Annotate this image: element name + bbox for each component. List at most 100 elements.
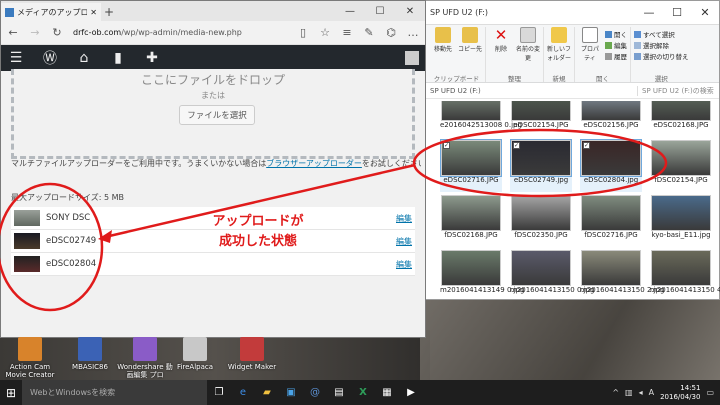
calculator-icon[interactable]: ▦	[375, 380, 399, 405]
hub-icon[interactable]: ≡	[341, 26, 353, 39]
selection-checkbox[interactable]: ✓	[513, 142, 520, 149]
address-bar[interactable]: drfc-ob.com/wp/wp-admin/media-new.php	[73, 28, 287, 37]
delete-x-icon: ✕	[494, 26, 508, 44]
explorer-minimize-button[interactable]: —	[635, 1, 663, 25]
file-name: m2016041413150 0.jpg	[510, 286, 595, 294]
desktop-icon-label: Action Cam Movie Creator	[5, 363, 55, 379]
copy-to-button[interactable]: コピー先	[458, 27, 482, 73]
rename-button[interactable]: 名前の変更	[516, 27, 540, 73]
ribbon-group-select: すべて選択 選択解除 選択の切り替え 選択	[631, 27, 692, 83]
tab-close-icon[interactable]: ✕	[90, 8, 97, 17]
desktop-icon-label: FireAlpaca	[176, 363, 214, 371]
desktop-icon[interactable]: Widget Maker	[222, 337, 282, 371]
file-item[interactable]: eDSC02156.JPG	[580, 101, 642, 137]
file-item[interactable]: m2016041413150 2.jpg	[580, 250, 664, 301]
media-icon[interactable]: ▶	[399, 380, 423, 405]
select-all-item[interactable]: すべて選択	[634, 29, 689, 39]
delete-button[interactable]: ✕ 削除	[489, 27, 513, 73]
file-thumbnail	[580, 139, 642, 177]
share-icon[interactable]: ⌬	[385, 26, 397, 39]
comments-icon[interactable]: ▮	[109, 50, 127, 66]
selection-checkbox[interactable]: ✓	[583, 142, 590, 149]
file-item[interactable]: fDSC02154.JPG	[650, 140, 712, 192]
home-icon[interactable]: ⌂	[75, 50, 93, 66]
network-icon[interactable]: ▥	[625, 388, 633, 397]
notifications-icon[interactable]: ▭	[706, 388, 714, 397]
web-note-icon[interactable]: ✎	[363, 26, 375, 39]
refresh-icon[interactable]: ↻	[51, 26, 63, 39]
wordpress-logo-icon[interactable]: Ⓦ	[41, 48, 59, 68]
new-folder-button[interactable]: 新しいフォルダー	[547, 27, 571, 73]
taskbar-clock[interactable]: 14:51 2016/04/30	[660, 384, 700, 402]
file-item[interactable]: m2016041413150 4.jpg	[650, 250, 720, 301]
menu-toggle-icon[interactable]: ☰	[7, 50, 25, 66]
explorer-ribbon: 移動先 コピー先 クリップボード ✕ 削除 名前の変更 整理 新しいフォルダー 新…	[426, 25, 719, 83]
volume-icon[interactable]: ◂	[639, 388, 643, 397]
file-item[interactable]: eDSC02154.JPG	[510, 101, 572, 137]
browser-tab[interactable]: メディアのアップロード・DRF ✕	[1, 3, 101, 21]
browser-uploader-link[interactable]: ブラウザーアップローダー	[266, 159, 362, 168]
history-item[interactable]: 履歴	[605, 51, 627, 61]
file-name: eDSC02168.JPG	[653, 121, 709, 129]
explorer-maximize-button[interactable]: ☐	[663, 1, 691, 25]
store-icon[interactable]: ▣	[279, 380, 303, 405]
tray-expand-icon[interactable]: ^	[612, 388, 619, 397]
browser-maximize-button[interactable]: ☐	[365, 1, 395, 21]
reading-view-icon[interactable]: ▯	[297, 26, 309, 39]
edit-item[interactable]: 編集	[605, 40, 627, 50]
forward-arrow-icon[interactable]: →	[29, 26, 41, 39]
file-item[interactable]: kyo-basi_E11.jpg	[650, 195, 712, 247]
properties-button[interactable]: プロパティ	[578, 27, 602, 73]
file-explorer-icon[interactable]: ▰	[255, 380, 279, 405]
clock-date: 2016/04/30	[660, 392, 701, 401]
task-view-icon[interactable]: ❐	[207, 380, 231, 405]
file-thumbnail	[511, 250, 571, 286]
file-item[interactable]: eDSC02168.JPG	[650, 101, 712, 137]
file-item[interactable]: m2016041413150 0.jpg	[510, 250, 595, 301]
selection-checkbox[interactable]: ✓	[443, 142, 450, 149]
ime-icon[interactable]: A	[649, 388, 654, 397]
item-edit-link[interactable]: 編集	[396, 259, 412, 270]
excel-icon[interactable]: X	[351, 380, 375, 405]
explorer-search-box[interactable]: SP UFD U2 (F:)の検索	[637, 85, 719, 96]
drop-zone[interactable]: ここにファイルをドロップ または ファイルを選択	[11, 69, 415, 159]
max-upload-size: 最大アップロードサイズ: 5 MB	[11, 193, 125, 202]
file-item[interactable]: ✓ eDSC02804.jpg	[580, 139, 642, 192]
user-avatar[interactable]	[405, 51, 419, 65]
desktop-icon[interactable]: Action Cam Movie Creator	[0, 337, 60, 379]
explorer-address-bar[interactable]: SP UFD U2 (F:)	[426, 87, 637, 95]
edge-icon[interactable]: e	[231, 380, 255, 405]
file-name: eDSC02154.JPG	[513, 121, 569, 129]
file-item[interactable]: e2016042513008 0.jpg	[440, 101, 522, 137]
start-windows-icon[interactable]: ⊞	[0, 380, 22, 405]
file-item[interactable]: fDSC02716.JPG	[580, 195, 642, 247]
terminal-icon[interactable]: ▤	[327, 380, 351, 405]
add-new-icon[interactable]: ✚	[143, 50, 161, 66]
invert-selection-item[interactable]: 選択の切り替え	[634, 51, 689, 61]
file-item[interactable]: m2016041413149 0.jpg	[440, 250, 524, 301]
item-edit-link[interactable]: 編集	[396, 236, 412, 247]
move-to-button[interactable]: 移動先	[431, 27, 455, 73]
ribbon-label-open: 開く	[596, 75, 609, 83]
item-edit-link[interactable]: 編集	[396, 213, 412, 224]
back-arrow-icon[interactable]: ←	[7, 26, 19, 39]
more-icon[interactable]: …	[407, 26, 419, 39]
browser-close-button[interactable]: ✕	[395, 1, 425, 21]
explorer-close-button[interactable]: ✕	[691, 1, 719, 25]
ribbon-label-select: 選択	[654, 75, 668, 83]
file-item[interactable]: ✓ eDSC02716.JPG	[440, 139, 502, 192]
open-item[interactable]: 開く	[605, 29, 627, 39]
select-none-item[interactable]: 選択解除	[634, 40, 689, 50]
select-files-button[interactable]: ファイルを選択	[179, 105, 255, 125]
upload-page: ここにファイルをドロップ または ファイルを選択 マルチファイルアップローダーを…	[1, 69, 425, 337]
browser-minimize-button[interactable]: —	[335, 1, 365, 21]
favorite-star-icon[interactable]: ☆	[319, 26, 331, 39]
desktop-icon[interactable]: MBASIC86	[60, 337, 120, 371]
file-item[interactable]: fDSC02168.JPG	[440, 195, 502, 247]
file-item[interactable]: ✓ eDSC02749.jpg	[510, 139, 572, 192]
file-item[interactable]: fDSC02350.JPG	[510, 195, 572, 247]
desktop-icon[interactable]: FireAlpaca	[165, 337, 225, 371]
taskbar-search[interactable]: WebとWindowsを検索	[22, 380, 207, 405]
mail-icon[interactable]: @	[303, 380, 327, 405]
new-tab-button[interactable]: +	[101, 3, 117, 21]
